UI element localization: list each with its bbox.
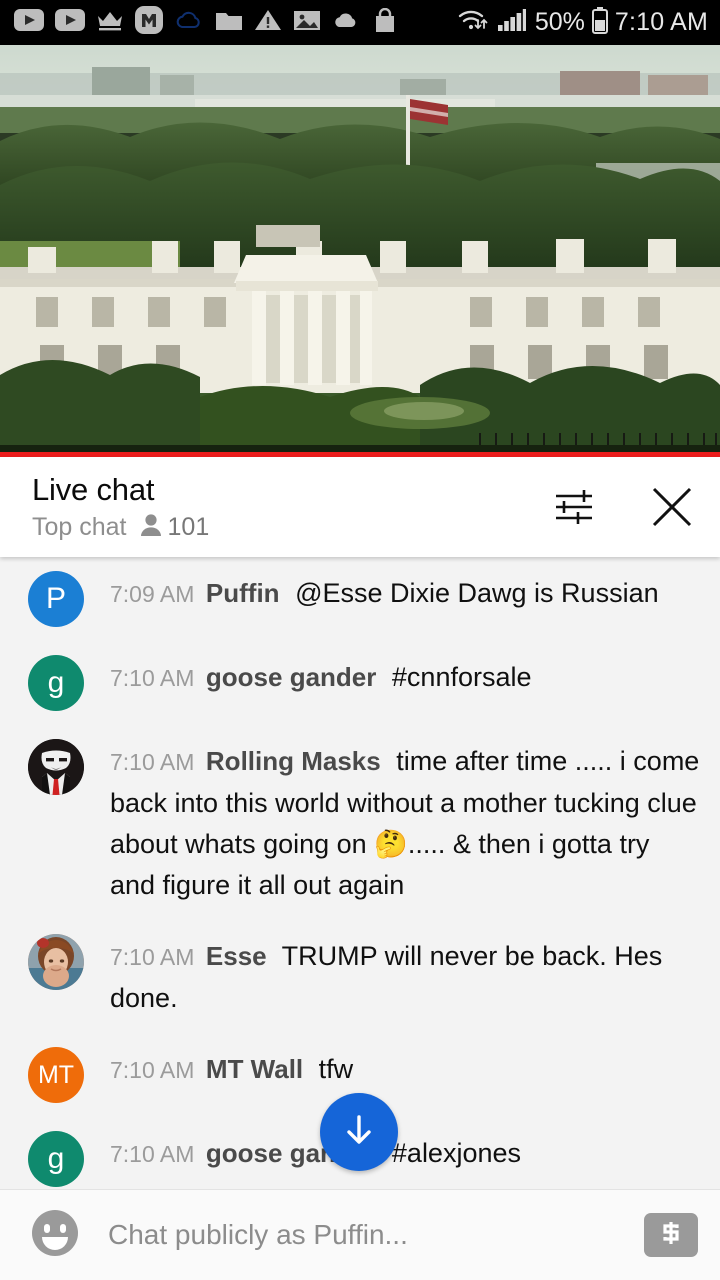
message-author[interactable]: MT Wall — [206, 1054, 303, 1084]
avatar[interactable]: g — [28, 655, 84, 711]
message-text: time after time ..... i come back into t… — [110, 746, 700, 900]
m-logo-icon — [135, 6, 163, 39]
youtube-play-icon — [14, 9, 44, 36]
youtube-live-chat-screen: 50% 7:10 AM Live chat Top chat 101 P 7:0… — [0, 0, 720, 1280]
warning-triangle-icon — [254, 8, 282, 37]
message-timestamp: 7:09 AM — [110, 581, 195, 607]
message-text: #alexjones — [391, 1138, 521, 1168]
avatar[interactable] — [28, 739, 84, 795]
battery-icon — [591, 6, 609, 39]
status-bar-system-icons: 50% 7:10 AM — [457, 6, 708, 39]
status-bar-notification-icons — [14, 6, 397, 39]
chat-message[interactable]: P 7:09 AM Puffin @Esse Dixie Dawg is Rus… — [0, 557, 720, 641]
chat-message[interactable]: g 7:10 AM goose gander #cnnforsale — [0, 641, 720, 725]
avatar[interactable]: P — [28, 571, 84, 627]
chat-input[interactable] — [108, 1219, 626, 1251]
clock-label: 7:10 AM — [614, 8, 708, 36]
message-text: tfw — [318, 1054, 354, 1084]
message-timestamp: 7:10 AM — [110, 1057, 195, 1083]
message-text: #cnnforsale — [391, 662, 532, 692]
video-player[interactable] — [0, 45, 720, 457]
white-house-scene — [0, 45, 720, 457]
message-timestamp: 7:10 AM — [110, 1141, 195, 1167]
image-icon — [293, 9, 321, 37]
avatar[interactable] — [28, 934, 84, 990]
viewer-count-label: 101 — [167, 512, 210, 541]
message-author[interactable]: Puffin — [206, 578, 280, 608]
crown-icon — [96, 8, 124, 37]
battery-percent-label: 50% — [534, 8, 585, 36]
avatar-initial: MT — [37, 1060, 75, 1089]
guy-fawkes-mask-avatar-image — [28, 739, 84, 795]
chat-message[interactable]: 7:10 AM Rolling Masks time after time ..… — [0, 725, 720, 920]
message-timestamp: 7:10 AM — [110, 749, 195, 775]
chat-mode-label[interactable]: Top chat — [32, 513, 127, 541]
avatar-initial: P — [45, 582, 66, 615]
avatar[interactable]: MT — [28, 1047, 84, 1103]
message-author[interactable]: goose gander — [206, 662, 376, 692]
chat-input-bar — [0, 1189, 720, 1280]
emoji-smiley-icon[interactable] — [30, 1208, 80, 1263]
shopping-bag-icon — [373, 7, 397, 38]
youtube-play-icon — [55, 9, 85, 36]
wifi-transfer-icon — [457, 7, 491, 38]
message-author[interactable]: Esse — [206, 941, 267, 971]
page-title: Live chat — [32, 471, 155, 507]
avatar-initial: g — [47, 666, 65, 699]
chat-message-body: 7:09 AM Puffin @Esse Dixie Dawg is Russi… — [110, 571, 659, 615]
arrow-down-icon — [337, 1108, 381, 1157]
cloud-filled-icon — [332, 10, 362, 35]
close-icon[interactable] — [646, 481, 698, 533]
status-bar: 50% 7:10 AM — [0, 0, 720, 45]
message-author[interactable]: Rolling Masks — [206, 746, 381, 776]
message-timestamp: 7:10 AM — [110, 944, 195, 970]
live-chat-subheader: Top chat 101 — [32, 512, 209, 543]
chat-message[interactable]: 7:10 AM Esse TRUMP will never be back. H… — [0, 920, 720, 1033]
chat-message-body: 7:10 AM goose gander #alexjones — [110, 1131, 521, 1175]
dollar-icon — [656, 1218, 686, 1253]
viewer-count-group: 101 — [139, 512, 210, 543]
chat-message-body: 7:10 AM Rolling Masks time after time ..… — [110, 739, 700, 906]
message-timestamp: 7:10 AM — [110, 665, 195, 691]
super-chat-button[interactable] — [644, 1213, 698, 1257]
person-icon — [139, 512, 163, 543]
cellular-signal-icon — [497, 8, 527, 37]
live-chat-titles: Live chat Top chat 101 — [32, 472, 209, 543]
live-chat-header: Live chat Top chat 101 — [0, 457, 720, 557]
avatar[interactable]: g — [28, 1131, 84, 1187]
avatar-initial: g — [47, 1142, 65, 1175]
chat-message-body: 7:10 AM goose gander #cnnforsale — [110, 655, 532, 699]
scroll-to-bottom-button[interactable] — [320, 1093, 398, 1171]
cloud-outline-icon — [174, 9, 204, 36]
chat-message-body: 7:10 AM MT Wall tfw — [110, 1047, 353, 1091]
folder-icon — [215, 9, 243, 37]
message-text: @Esse Dixie Dawg is Russian — [295, 578, 659, 608]
person-photo-avatar-image — [28, 934, 84, 990]
sliders-icon[interactable] — [550, 481, 602, 533]
live-chat-actions — [550, 481, 698, 533]
chat-message-body: 7:10 AM Esse TRUMP will never be back. H… — [110, 934, 700, 1019]
